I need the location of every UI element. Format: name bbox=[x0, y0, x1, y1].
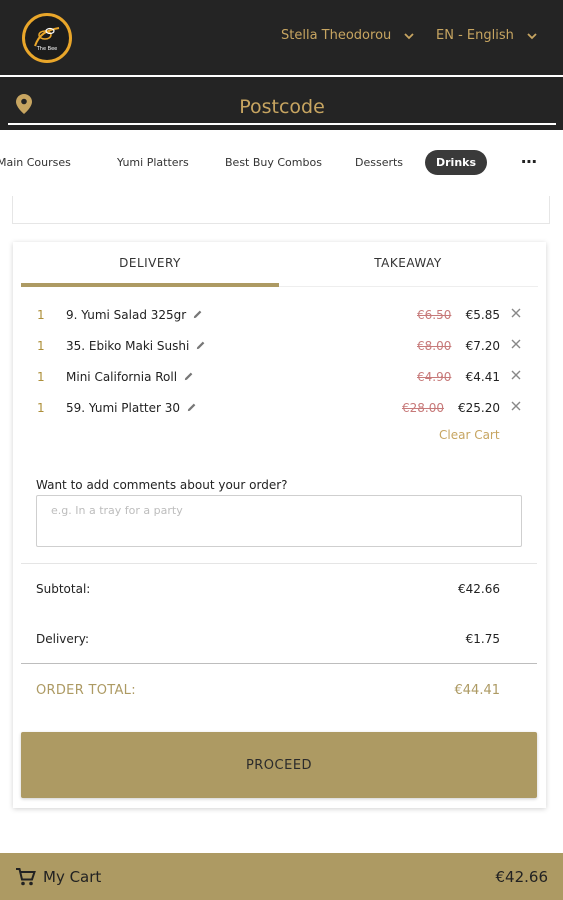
remove-item-icon[interactable] bbox=[510, 369, 522, 381]
item-price: €5.85 bbox=[465, 308, 500, 322]
edit-pencil-icon[interactable] bbox=[192, 309, 203, 320]
remove-item-icon[interactable] bbox=[510, 307, 522, 319]
subtotal-value: €42.66 bbox=[458, 582, 500, 596]
delivery-fee-value: €1.75 bbox=[465, 632, 500, 646]
item-name-wrap: Mini California Roll bbox=[66, 370, 194, 384]
more-categories-icon[interactable]: ⋯ bbox=[521, 152, 537, 171]
proceed-button[interactable]: PROCEED bbox=[21, 732, 537, 798]
postcode-bar bbox=[0, 77, 563, 130]
remove-item-icon[interactable] bbox=[510, 338, 522, 350]
location-pin-icon bbox=[16, 94, 32, 114]
item-old-price: €8.00 bbox=[417, 339, 452, 353]
tab-takeaway[interactable]: TAKEAWAY bbox=[279, 256, 537, 270]
item-name-wrap: 59. Yumi Platter 30 bbox=[66, 401, 197, 415]
divider bbox=[21, 663, 537, 664]
item-price: €4.41 bbox=[465, 370, 500, 384]
clear-cart-link[interactable]: Clear Cart bbox=[439, 428, 500, 442]
item-name: Mini California Roll bbox=[66, 370, 178, 384]
item-price: €7.20 bbox=[465, 339, 500, 353]
order-total-label: ORDER TOTAL: bbox=[36, 683, 136, 698]
top-bar: The Bee Stella Theodorou EN - English bbox=[0, 0, 563, 75]
category-main-courses[interactable]: Main Courses bbox=[0, 156, 71, 169]
item-old-price: €28.00 bbox=[402, 401, 444, 415]
language-label: EN - English bbox=[436, 28, 514, 43]
item-name: 35. Ebiko Maki Sushi bbox=[66, 339, 190, 353]
bee-logo-icon[interactable]: The Bee bbox=[22, 13, 72, 63]
category-yumi-platters[interactable]: Yumi Platters bbox=[117, 156, 189, 169]
shopping-cart-icon bbox=[16, 868, 36, 886]
edit-pencil-icon[interactable] bbox=[186, 402, 197, 413]
item-quantity: 1 bbox=[37, 370, 45, 384]
item-name: 59. Yumi Platter 30 bbox=[66, 401, 181, 415]
product-card-partial bbox=[12, 196, 550, 224]
item-name-wrap: 9. Yumi Salad 325gr bbox=[66, 308, 203, 322]
item-old-price: €6.50 bbox=[417, 308, 452, 322]
cart-item: 1 35. Ebiko Maki Sushi €8.00 €7.20 bbox=[13, 336, 546, 358]
remove-item-icon[interactable] bbox=[510, 400, 522, 412]
delivery-fee-label: Delivery: bbox=[36, 632, 89, 646]
item-quantity: 1 bbox=[37, 308, 45, 322]
my-cart-label[interactable]: My Cart bbox=[43, 868, 101, 886]
bottom-cart-bar[interactable]: My Cart €42.66 bbox=[0, 853, 563, 900]
item-old-price: €4.90 bbox=[417, 370, 452, 384]
category-nav: Main Courses Yumi Platters Best Buy Comb… bbox=[0, 148, 563, 180]
cart-panel: DELIVERY TAKEAWAY 1 9. Yumi Salad 325gr … bbox=[13, 242, 546, 808]
cart-item: 1 59. Yumi Platter 30 €28.00 €25.20 bbox=[13, 398, 546, 420]
cart-item: 1 Mini California Roll €4.90 €4.41 bbox=[13, 367, 546, 389]
item-quantity: 1 bbox=[37, 339, 45, 353]
item-name-wrap: 35. Ebiko Maki Sushi bbox=[66, 339, 206, 353]
category-drinks[interactable]: Drinks bbox=[425, 150, 488, 175]
order-total-value: €44.41 bbox=[454, 683, 501, 698]
edit-pencil-icon[interactable] bbox=[195, 340, 206, 351]
postcode-input[interactable] bbox=[8, 91, 556, 125]
item-price: €25.20 bbox=[458, 401, 500, 415]
category-desserts[interactable]: Desserts bbox=[355, 156, 403, 169]
order-type-tabs: DELIVERY TAKEAWAY bbox=[21, 242, 538, 287]
edit-pencil-icon[interactable] bbox=[183, 371, 194, 382]
cart-total-value: €42.66 bbox=[495, 868, 549, 886]
chevron-down-icon bbox=[404, 32, 414, 39]
divider bbox=[21, 563, 537, 564]
category-best-buy-combos[interactable]: Best Buy Combos bbox=[225, 156, 322, 169]
comments-label: Want to add comments about your order? bbox=[36, 478, 288, 492]
user-name: Stella Theodorou bbox=[281, 28, 392, 43]
language-menu[interactable]: EN - English bbox=[436, 28, 538, 43]
tab-delivery[interactable]: DELIVERY bbox=[21, 256, 279, 270]
subtotal-label: Subtotal: bbox=[36, 582, 91, 596]
item-quantity: 1 bbox=[37, 401, 45, 415]
user-menu[interactable]: Stella Theodorou bbox=[281, 28, 415, 43]
cart-item: 1 9. Yumi Salad 325gr €6.50 €5.85 bbox=[13, 305, 546, 327]
comments-field[interactable] bbox=[36, 495, 522, 547]
active-tab-indicator bbox=[21, 283, 279, 287]
chevron-down-icon bbox=[527, 32, 537, 39]
item-name: 9. Yumi Salad 325gr bbox=[66, 308, 187, 322]
svg-text:The Bee: The Bee bbox=[36, 46, 57, 52]
